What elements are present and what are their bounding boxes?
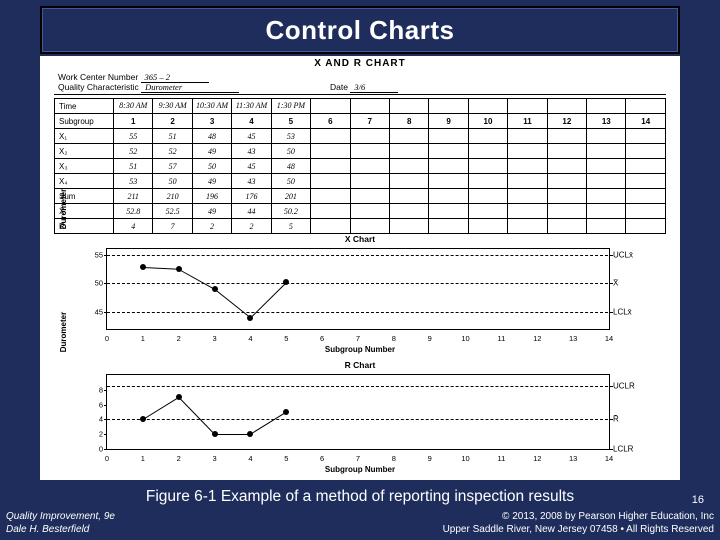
sheet-title: X AND R CHART <box>40 58 680 69</box>
wc-label: Work Center Number <box>58 72 138 82</box>
date-label: Date <box>330 82 348 92</box>
x-chart-xlabel: Subgroup Number <box>54 345 666 354</box>
slide-title-banner: Control Charts <box>40 6 680 54</box>
footer-left: Quality Improvement, 9e Dale H. Besterfi… <box>6 510 115 536</box>
date-row: Date 3/6 <box>330 82 398 93</box>
book-author: Dale H. Besterfield <box>6 524 89 535</box>
qc-value: Durometer <box>141 82 239 93</box>
copyright-line: © 2013, 2008 by Pearson Higher Education… <box>502 511 714 522</box>
r-chart-ylabel: Durometer <box>59 292 68 372</box>
footer-right: © 2013, 2008 by Pearson Higher Education… <box>443 510 714 536</box>
date-value: 3/6 <box>350 82 398 93</box>
data-point <box>283 279 289 285</box>
x-chart-title: X Chart <box>54 234 666 244</box>
data-table: Time8:30 AM9:30 AM10:30 AM11:30 AM1:30 P… <box>54 98 666 234</box>
r-chart-xlabel: Subgroup Number <box>54 465 666 474</box>
figure-frame: X AND R CHART Work Center Number 365 – 2… <box>40 56 680 480</box>
r-chart-plot: Durometer 0246801234567891011121314UCLRR… <box>106 374 610 450</box>
r-chart-block: R Chart Durometer 0246801234567891011121… <box>54 360 666 472</box>
header-rule <box>54 94 666 95</box>
x-chart-plot: Durometer 45505501234567891011121314UCLx… <box>106 248 610 330</box>
figure-caption: Figure 6-1 Example of a method of report… <box>0 488 720 506</box>
page-number: 16 <box>692 494 704 506</box>
x-chart-ylabel: Durometer <box>59 169 68 249</box>
address-line: Upper Saddle River, New Jersey 07458 • A… <box>443 524 714 535</box>
x-chart-block: X Chart Durometer 4550550123456789101112… <box>54 234 666 352</box>
r-chart-title: R Chart <box>54 360 666 370</box>
qc-label: Quality Characteristic <box>58 82 139 92</box>
data-point <box>283 409 289 415</box>
slide-title: Control Charts <box>266 15 455 46</box>
book-title: Quality Improvement, 9e <box>6 511 115 522</box>
quality-char-row: Quality Characteristic Durometer <box>58 82 239 93</box>
